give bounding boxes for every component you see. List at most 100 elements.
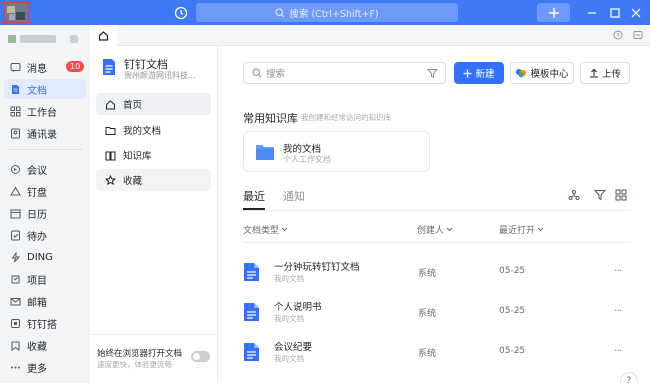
doc-search-placeholder: 搜索 <box>266 69 286 80</box>
kb-card-my-docs[interactable]: 我的文档 个人工作文档 <box>243 131 430 172</box>
maximize-button[interactable] <box>606 4 624 22</box>
nav-divider <box>8 149 82 150</box>
maximize-icon <box>610 8 620 18</box>
book-icon <box>105 151 116 160</box>
row-more-button[interactable]: ··· <box>614 264 622 277</box>
nav-label: 会议 <box>27 165 47 177</box>
tab-history-icon[interactable] <box>611 28 625 42</box>
tab-window-icon[interactable] <box>631 28 645 42</box>
row-more-button[interactable]: ··· <box>614 304 622 317</box>
search-icon <box>252 68 262 78</box>
workbench-icon <box>10 106 21 116</box>
chevron-down-icon <box>446 227 453 232</box>
nav-label: 更多 <box>27 363 47 375</box>
nav-label: 钉钉搭 <box>27 319 57 331</box>
minimize-icon <box>588 12 596 14</box>
nav-label: 文档 <box>27 85 47 97</box>
message-icon <box>10 62 21 72</box>
global-search-placeholder: 搜索 (Ctrl+Shift+F) <box>289 8 379 20</box>
kb-card-sub: 个人工作文档 <box>283 155 331 164</box>
add-button[interactable] <box>537 3 570 22</box>
nav-item-builder[interactable]: 钉钉搭 <box>4 313 86 333</box>
new-doc-button[interactable]: 新建 <box>454 62 504 84</box>
plus-icon <box>548 7 559 18</box>
avatar[interactable] <box>4 2 29 23</box>
help-button[interactable]: ? <box>620 372 638 383</box>
doc-last-opened: 05-25 <box>499 266 526 276</box>
minimize-button[interactable] <box>583 4 601 22</box>
drive-icon <box>10 186 21 195</box>
ding-icon <box>11 251 21 262</box>
browser-open-toggle[interactable] <box>191 351 210 362</box>
col-header-type[interactable]: 文档类型 <box>243 223 288 236</box>
nav-item-meeting[interactable]: 会议 <box>4 159 86 179</box>
tab-notifications[interactable]: 通知 <box>283 188 305 204</box>
tab-recent[interactable]: 最近 <box>243 188 265 204</box>
chevron-down-icon <box>537 227 544 232</box>
nav-item-favorites[interactable]: 收藏 <box>4 335 86 355</box>
table-row[interactable]: 会议纪要 我的文档 系统 05-25 ··· <box>243 332 630 372</box>
nav-label: 工作台 <box>27 107 57 119</box>
col-header-last-opened[interactable]: 最近打开 <box>499 223 544 236</box>
nav-label: 钉盘 <box>27 187 47 199</box>
doc-name: 一分钟玩转钉钉文档 <box>274 262 360 273</box>
nav-item-more[interactable]: 更多 <box>4 357 86 377</box>
template-center-button[interactable]: 模板中心 <box>510 62 574 84</box>
doc-creator: 系统 <box>418 269 437 279</box>
main-content: 搜索 新建 模板中心 上传 常用知识库 我创建和经常访问的知识库 我的文档 个人… <box>219 46 650 383</box>
table-row[interactable]: 个人说明书 我的文档 系统 05-25 ··· <box>243 292 630 332</box>
history-icon[interactable] <box>173 5 189 21</box>
grid-view-icon[interactable] <box>615 189 627 201</box>
folder-icon <box>105 126 116 135</box>
builder-icon <box>11 318 20 328</box>
nav-item-calendar[interactable]: 日历 <box>4 203 86 223</box>
search-icon <box>275 7 285 17</box>
table-row[interactable]: 一分钟玩转钉钉文档 我的文档 系统 05-25 ··· <box>243 252 630 292</box>
doc-creator: 系统 <box>418 349 437 359</box>
doc-creator: 系统 <box>418 309 437 319</box>
upload-icon <box>589 68 598 78</box>
close-button[interactable] <box>627 4 645 22</box>
filter-icon[interactable] <box>594 189 606 201</box>
nav-item-contacts[interactable]: 通讯录 <box>4 123 86 143</box>
tab-home[interactable] <box>90 25 117 46</box>
row-more-button[interactable]: ··· <box>614 344 622 357</box>
doc-nav-home[interactable]: 首页 <box>96 93 211 115</box>
nav-item-todo[interactable]: 待办 <box>4 225 86 245</box>
col-header-creator-label: 创建人 <box>417 226 445 236</box>
doc-nav-label: 首页 <box>123 100 143 111</box>
share-icon[interactable] <box>568 189 580 201</box>
folder-icon <box>256 145 274 160</box>
chevron-down-icon <box>281 227 288 232</box>
template-icon <box>516 69 527 78</box>
doc-search-input[interactable]: 搜索 <box>243 62 446 84</box>
nav-item-mail[interactable]: 邮箱 <box>4 291 86 311</box>
nav-item-ding[interactable]: DING <box>4 247 86 267</box>
doc-nav-label: 知识库 <box>123 151 152 162</box>
upload-button[interactable]: 上传 <box>580 62 630 84</box>
doc-nav-knowledge-base[interactable]: 知识库 <box>96 144 211 166</box>
doc-nav-favorites[interactable]: 收藏 <box>96 169 211 191</box>
more-icon <box>11 366 20 368</box>
nav-item-workbench[interactable]: 工作台 <box>4 101 86 121</box>
filter-icon[interactable] <box>427 68 438 79</box>
nav-item-project[interactable]: 项目 <box>4 269 86 289</box>
nav-label: 通讯录 <box>27 129 57 141</box>
mail-icon <box>10 297 21 305</box>
user-profile[interactable] <box>8 35 78 43</box>
nav-label: 消息 <box>27 63 47 75</box>
plus-icon <box>463 69 472 77</box>
nav-label: 邮箱 <box>27 297 47 309</box>
workspace-org[interactable]: 贵州颜游网讯科技... <box>124 70 206 81</box>
doc-name: 会议纪要 <box>274 342 313 353</box>
col-header-creator[interactable]: 创建人 <box>417 223 453 236</box>
doc-location: 我的文档 <box>274 314 304 323</box>
nav-item-messages[interactable]: 消息 10 <box>4 57 86 77</box>
nav-item-drive[interactable]: 钉盘 <box>4 181 86 201</box>
global-search-input[interactable]: 搜索 (Ctrl+Shift+F) <box>196 3 458 22</box>
project-icon <box>11 275 20 283</box>
kb-section-hint: 我创建和经常访问的知识库 <box>301 113 391 122</box>
home-icon <box>98 31 109 41</box>
doc-nav-my-docs[interactable]: 我的文档 <box>96 119 211 141</box>
nav-item-docs[interactable]: 文档 <box>4 79 86 99</box>
